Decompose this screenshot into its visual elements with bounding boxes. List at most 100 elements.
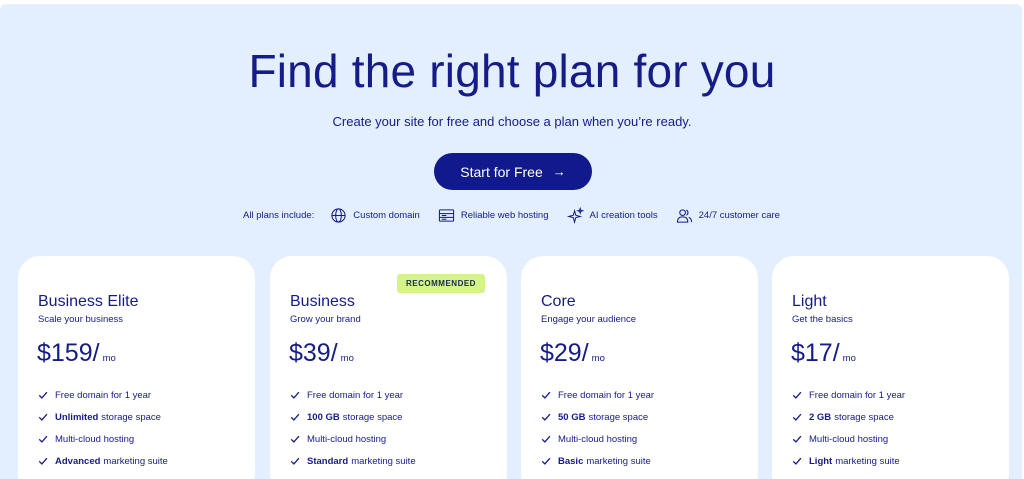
include-label: 24/7 customer care xyxy=(698,209,780,221)
include-customer-care: 24/7 customer care xyxy=(676,207,780,224)
plan-feature-item: Basic marketing suite xyxy=(541,450,654,472)
plan-price-period: mo xyxy=(102,353,116,364)
plan-tagline: Engage your audience xyxy=(541,314,637,325)
plan-price-amount: $39/ xyxy=(289,339,338,367)
checkmark-icon xyxy=(38,457,48,465)
server-icon xyxy=(438,208,454,222)
plan-price-period: mo xyxy=(340,353,354,364)
plan-feature-list: Free domain for 1 year 2 GB storage space M… xyxy=(792,384,905,479)
plan-feature-item: Free domain for 1 year xyxy=(541,384,654,406)
plan-feature-item: Multi-cloud hosting xyxy=(541,428,654,450)
plan-feature-item: Multi-cloud hosting xyxy=(38,428,168,450)
pricing-page: Find the right plan for you Create your … xyxy=(0,0,1024,479)
plan-feature-text: Free domain for 1 year xyxy=(55,389,152,401)
checkmark-icon xyxy=(541,391,551,399)
plan-tagline: Grow your brand xyxy=(290,314,361,325)
plan-price-period: mo xyxy=(591,353,605,364)
plan-feature-item: Accept payments xyxy=(38,472,168,479)
plan-price: $159/ mo xyxy=(37,338,116,368)
checkmark-icon xyxy=(38,391,48,399)
checkmark-icon xyxy=(290,413,300,421)
include-web-hosting: Reliable web hosting xyxy=(438,207,549,224)
plan-feature-item: Free domain for 1 year xyxy=(38,384,168,406)
include-label: Reliable web hosting xyxy=(460,209,549,221)
plan-feature-text: marketing suite xyxy=(103,455,168,467)
start-for-free-button[interactable]: Start for Free → xyxy=(434,153,592,190)
checkmark-icon xyxy=(792,435,802,443)
plan-name: Business xyxy=(290,293,355,310)
plan-feature-text: Free domain for 1 year xyxy=(558,389,655,401)
plan-feature-text: Free domain for 1 year xyxy=(307,389,404,401)
plan-price-amount: $159/ xyxy=(37,339,100,367)
plan-feature-item: Multi-cloud hosting xyxy=(290,428,416,450)
checkmark-icon xyxy=(38,435,48,443)
plan-price: $29/ mo xyxy=(540,338,605,368)
include-ai-tools: AI creation tools xyxy=(566,206,658,224)
plan-feature-text: Multi-cloud hosting xyxy=(558,433,638,445)
plan-feature-text: storage space xyxy=(588,411,649,423)
plan-feature-item: Unlimited storage space xyxy=(38,406,168,428)
start-for-free-label: Start for Free xyxy=(460,163,543,180)
plan-card-light[interactable]: Light Get the basics $17/ mo Free domain… xyxy=(772,256,1009,479)
plan-feature-list: Free domain for 1 year 50 GB storage space… xyxy=(541,384,654,479)
plan-feature-highlight: 2 GB xyxy=(809,411,832,423)
plan-includes-bar: All plans include: Custom domain Reliabl… xyxy=(243,205,798,225)
checkmark-icon xyxy=(290,435,300,443)
page-title: Find the right plan for you xyxy=(248,45,776,97)
include-label: Custom domain xyxy=(353,209,420,221)
plan-feature-item: 2 GB storage space xyxy=(792,406,905,428)
arrow-right-icon: → xyxy=(552,164,566,179)
include-custom-domain: Custom domain xyxy=(330,207,420,224)
plan-feature-text: marketing suite xyxy=(586,455,651,467)
checkmark-icon xyxy=(541,457,551,465)
plan-feature-item: Accept payments xyxy=(541,472,654,479)
plan-feature-highlight: Standard xyxy=(307,455,349,467)
plan-feature-text: Multi-cloud hosting xyxy=(307,433,387,445)
support-people-icon xyxy=(676,208,692,223)
plan-feature-highlight: 50 GB xyxy=(558,411,586,423)
plan-feature-list: Free domain for 1 year 100 GB storage spac… xyxy=(290,384,416,479)
plan-feature-text: storage space xyxy=(342,411,403,423)
plan-feature-text: Free domain for 1 year xyxy=(809,389,906,401)
plan-feature-highlight: 100 GB xyxy=(307,411,340,423)
plan-price: $39/ mo xyxy=(289,338,354,368)
include-label: AI creation tools xyxy=(589,209,658,221)
plan-feature-highlight: Basic xyxy=(558,455,584,467)
plan-feature-item: Standard marketing suite xyxy=(290,450,416,472)
plan-tagline: Scale your business xyxy=(38,314,124,325)
plan-card-core[interactable]: Core Engage your audience $29/ mo Free d… xyxy=(521,256,758,479)
plan-feature-item: Accept payments xyxy=(290,472,416,479)
plan-name: Core xyxy=(541,293,576,310)
sparkles-icon xyxy=(566,206,584,224)
plan-price-amount: $29/ xyxy=(540,339,589,367)
plan-tagline: Get the basics xyxy=(792,314,853,325)
plan-feature-item: 100 GB storage space xyxy=(290,406,416,428)
checkmark-icon xyxy=(792,457,802,465)
plan-feature-highlight: Unlimited xyxy=(55,411,99,423)
plan-feature-text: storage space xyxy=(101,411,161,423)
recommended-badge: RECOMMENDED xyxy=(397,274,485,293)
plan-feature-text: marketing suite xyxy=(351,455,416,467)
checkmark-icon xyxy=(792,413,802,421)
plan-price-period: mo xyxy=(842,353,856,364)
plan-includes-label: All plans include: xyxy=(243,209,315,221)
plan-feature-item: Free domain for 1 year xyxy=(290,384,416,406)
plan-feature-highlight: Advanced xyxy=(55,455,101,467)
checkmark-icon xyxy=(792,391,802,399)
plan-card-business-elite[interactable]: Business Elite Scale your business $159/… xyxy=(18,256,255,479)
plan-feature-highlight: Light xyxy=(809,455,833,467)
plan-feature-text: Multi-cloud hosting xyxy=(55,433,135,445)
plan-feature-item: Advanced marketing suite xyxy=(38,450,168,472)
plan-feature-item: 2 site collaborators xyxy=(792,472,905,479)
checkmark-icon xyxy=(38,413,48,421)
plan-feature-item: Free domain for 1 year xyxy=(792,384,905,406)
plan-feature-item: Light marketing suite xyxy=(792,450,905,472)
checkmark-icon xyxy=(541,435,551,443)
plan-feature-text: marketing suite xyxy=(835,455,900,467)
checkmark-icon xyxy=(290,391,300,399)
page-subtitle: Create your site for free and choose a p… xyxy=(332,114,692,129)
plan-feature-list: Free domain for 1 year Unlimited storage s… xyxy=(38,384,168,479)
checkmark-icon xyxy=(541,413,551,421)
plan-name: Light xyxy=(792,293,827,310)
plan-feature-text: storage space xyxy=(834,411,894,423)
